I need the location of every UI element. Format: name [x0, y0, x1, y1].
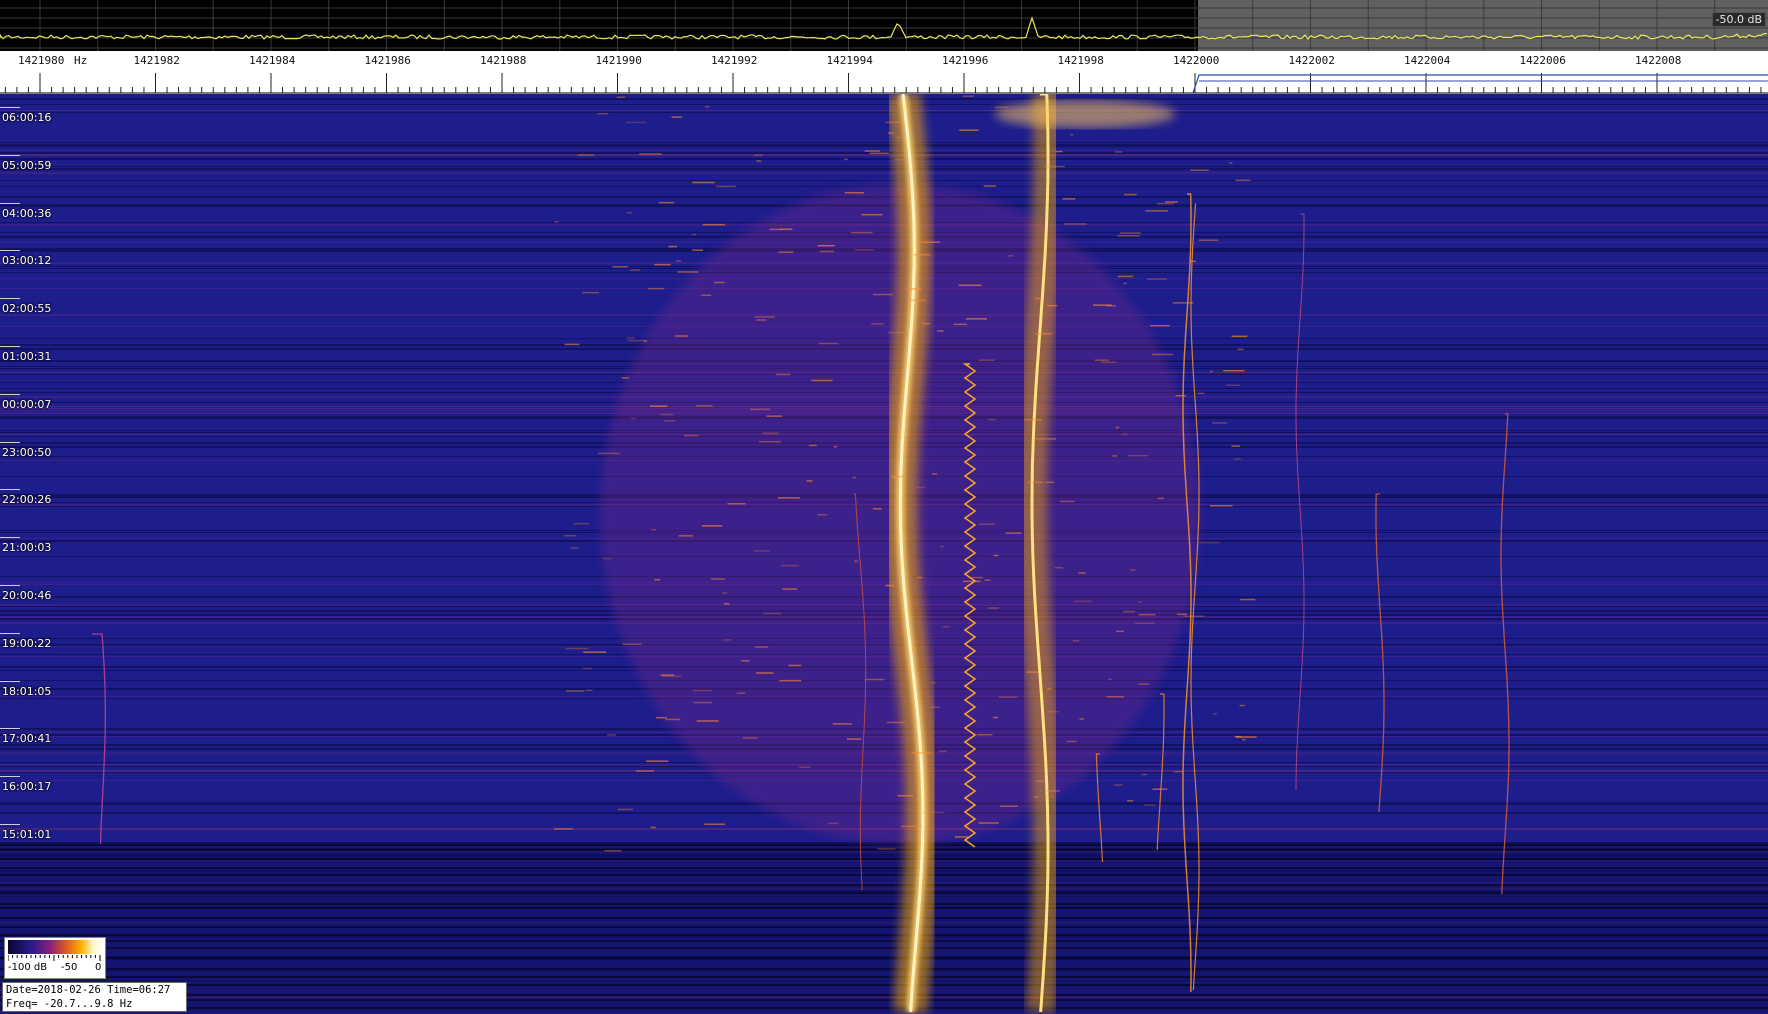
- time-label: 21:00:03: [2, 541, 52, 555]
- time-tick: [0, 632, 20, 634]
- legend-mid-label: -50: [61, 962, 78, 973]
- frequency-label: 1421988: [480, 54, 527, 67]
- frequency-label: 1421986: [364, 54, 411, 67]
- frequency-scale[interactable]: 1421980 Hz 1421982 1421984 1421986 1421988 142…: [0, 51, 1768, 94]
- legend-min-label: -100 dB: [8, 962, 48, 973]
- time-label: 05:00:59: [2, 158, 52, 172]
- frequency-label: 1421992: [711, 54, 758, 67]
- time-label: 03:00:12: [2, 254, 52, 268]
- frequency-label: 1422000: [1173, 54, 1220, 67]
- frequency-range-line: Freq= -20.7...9.8 Hz: [6, 998, 133, 1010]
- time-tick: [0, 298, 20, 300]
- frequency-label: 1421998: [1057, 54, 1104, 67]
- info-box: Date=2018-02-26 Time=06:27 Freq= -20.7..…: [2, 982, 187, 1012]
- spectrum-panel[interactable]: -50.0 dB: [0, 0, 1768, 51]
- time-label: 20:00:46: [2, 589, 52, 602]
- time-tick: [0, 346, 20, 347]
- frequency-label: 1421982: [133, 54, 180, 67]
- waterfall-display[interactable]: 06:00:16 05:00:59 04:00:36 03:00:12 02:00:55…: [0, 94, 1768, 1014]
- time-tick: [0, 776, 20, 778]
- time-tick: [0, 202, 20, 204]
- spectrum-plot: [0, 0, 1768, 51]
- frequency-label: 1421984: [249, 54, 296, 67]
- color-gradient-bar: [8, 940, 102, 954]
- time-label: 23:00:50: [2, 445, 52, 459]
- time-tick: [0, 537, 20, 539]
- time-tick: [0, 441, 20, 443]
- time-tick: [0, 728, 20, 730]
- waterfall-image: [0, 94, 1768, 1014]
- time-label: 02:00:55: [2, 302, 52, 316]
- time-label: 17:00:41: [2, 732, 52, 746]
- color-legend: -100 dB -50 0: [4, 937, 106, 979]
- time-label: 06:00:16: [2, 111, 52, 124]
- time-tick: [0, 107, 20, 108]
- time-label: 22:00:26: [2, 493, 52, 507]
- frequency-unit-label: Hz: [74, 54, 88, 67]
- time-tick: [0, 393, 20, 395]
- time-tick: [0, 154, 20, 156]
- time-label: 01:00:31: [2, 350, 52, 363]
- time-label: 15:01:01: [2, 828, 52, 841]
- frequency-label: 1422004: [1404, 54, 1451, 67]
- frequency-label: 1421990: [595, 54, 642, 67]
- time-tick: [0, 489, 20, 491]
- frequency-label: 1422006: [1519, 54, 1566, 67]
- frequency-label: 1421980: [18, 54, 65, 67]
- frequency-label: 1422008: [1635, 54, 1682, 67]
- time-label: 00:00:07: [2, 397, 52, 411]
- frequency-label: 1422002: [1288, 54, 1335, 67]
- legend-max-label: 0: [95, 962, 102, 973]
- time-tick: [0, 585, 20, 586]
- time-label: 16:00:17: [2, 780, 52, 794]
- frequency-label: 1421996: [942, 54, 989, 67]
- time-label: 04:00:36: [2, 206, 52, 220]
- time-tick: [0, 250, 20, 252]
- time-label: 18:01:05: [2, 684, 52, 698]
- time-label: 19:00:22: [2, 636, 52, 650]
- time-tick: [0, 824, 20, 825]
- time-tick: [0, 680, 20, 682]
- frequency-label: 1421994: [826, 54, 873, 67]
- legend-ticks: [8, 955, 101, 961]
- level-readout: -50.0 dB: [1711, 12, 1766, 27]
- date-time-line: Date=2018-02-26 Time=06:27: [6, 984, 171, 996]
